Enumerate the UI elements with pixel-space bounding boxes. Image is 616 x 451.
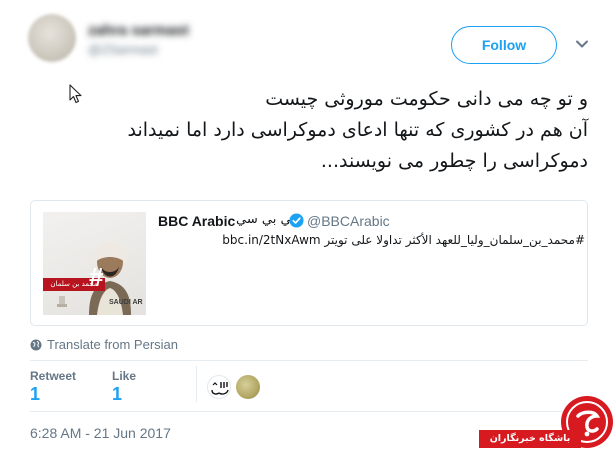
quoted-author-name[interactable]: BBC Arabic xyxy=(158,213,235,229)
chevron-down-icon[interactable] xyxy=(574,36,590,52)
author-name[interactable]: zahra sarmast xyxy=(88,22,189,39)
verified-badge-icon xyxy=(289,213,304,228)
divider xyxy=(30,411,588,412)
retweeter-avatar[interactable] xyxy=(236,375,260,399)
tweet-line: و تو چه می دانی حکومت موروثی چیست xyxy=(265,88,588,110)
like-label[interactable]: Like xyxy=(112,369,136,383)
liker-avatar-art xyxy=(211,382,229,395)
tweet-timestamp[interactable]: 6:28 AM - 21 Jun 2017 xyxy=(30,425,171,441)
translate-link[interactable]: Translate from Persian xyxy=(30,337,178,352)
author-avatar[interactable] xyxy=(28,14,76,62)
follow-button[interactable]: Follow xyxy=(451,26,557,64)
tweet-line: دموکراسی را چطور می نویسند... xyxy=(320,150,588,172)
retweet-count[interactable]: 1 xyxy=(30,384,40,405)
quoted-tweet-image[interactable]: محمد بن سلمان # SAUDI AR xyxy=(43,212,146,315)
image-hash-symbol: # xyxy=(89,262,104,292)
retweet-label[interactable]: Retweet xyxy=(30,369,76,383)
quoted-author-name-arabic[interactable]: بي بي سي xyxy=(236,212,295,227)
yjc-banner: باشگاه خبرنگاران xyxy=(479,430,581,448)
stats-separator xyxy=(196,366,197,402)
like-count[interactable]: 1 xyxy=(112,384,122,405)
tweet-line: آن هم در کشوری که تنها ادعای دموکراسی دا… xyxy=(127,119,588,141)
quoted-tweet-text: #محمد_بن_سلمان_وليا_للعهد الأكثر تداولا … xyxy=(222,233,585,247)
globe-icon xyxy=(30,339,42,350)
image-caption: SAUDI AR xyxy=(109,299,143,306)
translate-label[interactable]: Translate from Persian xyxy=(47,337,178,352)
quoted-author-handle[interactable]: @BBCArabic xyxy=(307,213,390,229)
tweet-text: و تو چه می دانی حکومت موروثی چیست آن هم … xyxy=(28,84,588,177)
liker-avatar[interactable] xyxy=(207,375,231,399)
divider xyxy=(30,360,588,361)
trophy-icon xyxy=(57,296,67,307)
author-handle[interactable]: @ZSarmast xyxy=(88,42,158,57)
